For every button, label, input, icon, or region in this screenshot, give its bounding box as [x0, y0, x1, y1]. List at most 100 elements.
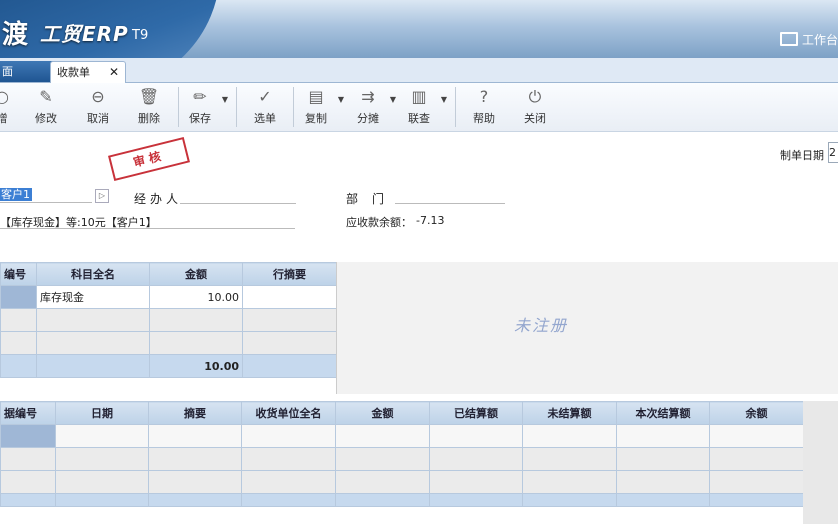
table-row[interactable]: 库存现金 10.00: [0, 285, 337, 309]
table-row[interactable]: [0, 470, 804, 494]
cell-memo[interactable]: [242, 285, 337, 309]
column-header-date[interactable]: 日期: [55, 401, 149, 425]
cell[interactable]: [709, 447, 804, 471]
column-header-bill-no[interactable]: 据编号: [0, 401, 56, 425]
cell[interactable]: [616, 447, 710, 471]
cell-amount[interactable]: 10.00: [149, 285, 243, 309]
link-query-icon: ▥: [411, 87, 427, 106]
link-query-label: 联查: [408, 112, 430, 125]
date-label: 制单日期: [780, 149, 824, 162]
allocate-icon: ⇉: [361, 87, 375, 106]
cancel-button[interactable]: ⊖ 取消: [78, 87, 118, 126]
cell[interactable]: [241, 424, 336, 448]
delete-button[interactable]: 🗑 删除: [129, 87, 169, 126]
cell[interactable]: [55, 470, 149, 494]
cell[interactable]: [429, 424, 523, 448]
preview-panel: [336, 262, 838, 394]
cell[interactable]: [522, 447, 617, 471]
receipt-form: 审核 制单日期 2 客户1 ▷ 经办人 部门 【库存现金】等:10元【客户1】 …: [0, 132, 838, 260]
cell[interactable]: [148, 447, 242, 471]
cell[interactable]: [429, 470, 523, 494]
copy-button[interactable]: ▤ 复制 ▼: [296, 87, 344, 126]
chevron-down-icon[interactable]: ▼: [390, 95, 396, 104]
cell[interactable]: [36, 308, 150, 332]
column-header-unsettled[interactable]: 未结算额: [522, 401, 617, 425]
customer-field[interactable]: 客户1: [0, 188, 32, 201]
brand-logo: 渡: [2, 20, 30, 50]
column-header-current-settle[interactable]: 本次结算额: [616, 401, 710, 425]
cell[interactable]: [36, 331, 150, 355]
cell[interactable]: [709, 424, 804, 448]
column-header-memo[interactable]: 行摘要: [242, 262, 337, 286]
cell[interactable]: [0, 447, 56, 471]
table-row[interactable]: [0, 447, 804, 471]
cell[interactable]: [242, 308, 337, 332]
cell[interactable]: [522, 424, 617, 448]
column-header-summary[interactable]: 摘要: [148, 401, 242, 425]
cell[interactable]: [241, 470, 336, 494]
toolbar-separator: [178, 87, 179, 127]
cell[interactable]: [149, 308, 243, 332]
cell[interactable]: [335, 424, 430, 448]
column-header-amount[interactable]: 金额: [149, 262, 243, 286]
save-label: 保存: [189, 112, 211, 125]
monitor-icon: [779, 32, 798, 46]
link-query-button[interactable]: ▥ 联查 ▼: [399, 87, 447, 126]
check-icon: ✓: [258, 87, 272, 106]
cell[interactable]: [429, 447, 523, 471]
cell[interactable]: [241, 447, 336, 471]
cell: [709, 493, 804, 507]
lookup-icon[interactable]: ▷: [95, 189, 109, 203]
column-header-account[interactable]: 科目全名: [36, 262, 150, 286]
cell[interactable]: [148, 470, 242, 494]
table-row[interactable]: [0, 331, 337, 355]
cell[interactable]: [242, 331, 337, 355]
cell[interactable]: [55, 424, 149, 448]
table-row[interactable]: [0, 424, 804, 448]
right-margin-panel: [803, 401, 838, 524]
column-header-amount[interactable]: 金额: [335, 401, 430, 425]
column-header-code[interactable]: 编号: [0, 262, 37, 286]
column-header-balance[interactable]: 余额: [709, 401, 804, 425]
table-row[interactable]: [0, 308, 337, 332]
close-button[interactable]: ⏻ 关闭: [515, 87, 555, 126]
cell[interactable]: [0, 308, 37, 332]
cell[interactable]: [0, 470, 56, 494]
column-header-settled[interactable]: 已结算额: [429, 401, 523, 425]
column-header-consignee[interactable]: 收货单位全名: [241, 401, 336, 425]
cell-code[interactable]: [0, 285, 37, 309]
cell[interactable]: [616, 470, 710, 494]
help-button[interactable]: ? 帮助: [464, 87, 504, 126]
tab-receipt[interactable]: 收款单 ✕: [50, 61, 126, 83]
copy-label: 复制: [305, 112, 327, 125]
department-field[interactable]: [395, 203, 505, 204]
balance-value: -7.13: [416, 214, 445, 227]
add-button[interactable]: ○ 增: [0, 87, 22, 126]
cell-account[interactable]: 库存现金: [36, 285, 150, 309]
allocate-button[interactable]: ⇉ 分摊 ▼: [348, 87, 396, 126]
customer-underline: [0, 202, 92, 203]
select-bill-button[interactable]: ✓ 选单: [245, 87, 285, 126]
cell[interactable]: [55, 447, 149, 471]
cell[interactable]: [522, 470, 617, 494]
cell[interactable]: [616, 424, 710, 448]
save-button[interactable]: ✏ 保存 ▼: [180, 87, 228, 126]
date-input[interactable]: 2: [828, 142, 838, 163]
chevron-down-icon[interactable]: ▼: [222, 95, 228, 104]
cell[interactable]: [709, 470, 804, 494]
chevron-down-icon[interactable]: ▼: [441, 95, 447, 104]
cell[interactable]: [149, 331, 243, 355]
workbench-button[interactable]: 工作台: [779, 30, 838, 48]
chevron-down-icon[interactable]: ▼: [338, 95, 344, 104]
handler-field[interactable]: [180, 203, 296, 204]
cell[interactable]: [148, 424, 242, 448]
cell[interactable]: [335, 447, 430, 471]
cell[interactable]: [335, 470, 430, 494]
account-grid: 编号 科目全名 金额 行摘要 库存现金 10.00 10.00: [0, 262, 337, 378]
edit-button[interactable]: ✎ 修改: [26, 87, 66, 126]
close-icon[interactable]: ✕: [109, 62, 119, 83]
toolbar-separator: [236, 87, 237, 127]
allocate-label: 分摊: [357, 112, 379, 125]
cell[interactable]: [0, 424, 56, 448]
cell[interactable]: [0, 331, 37, 355]
